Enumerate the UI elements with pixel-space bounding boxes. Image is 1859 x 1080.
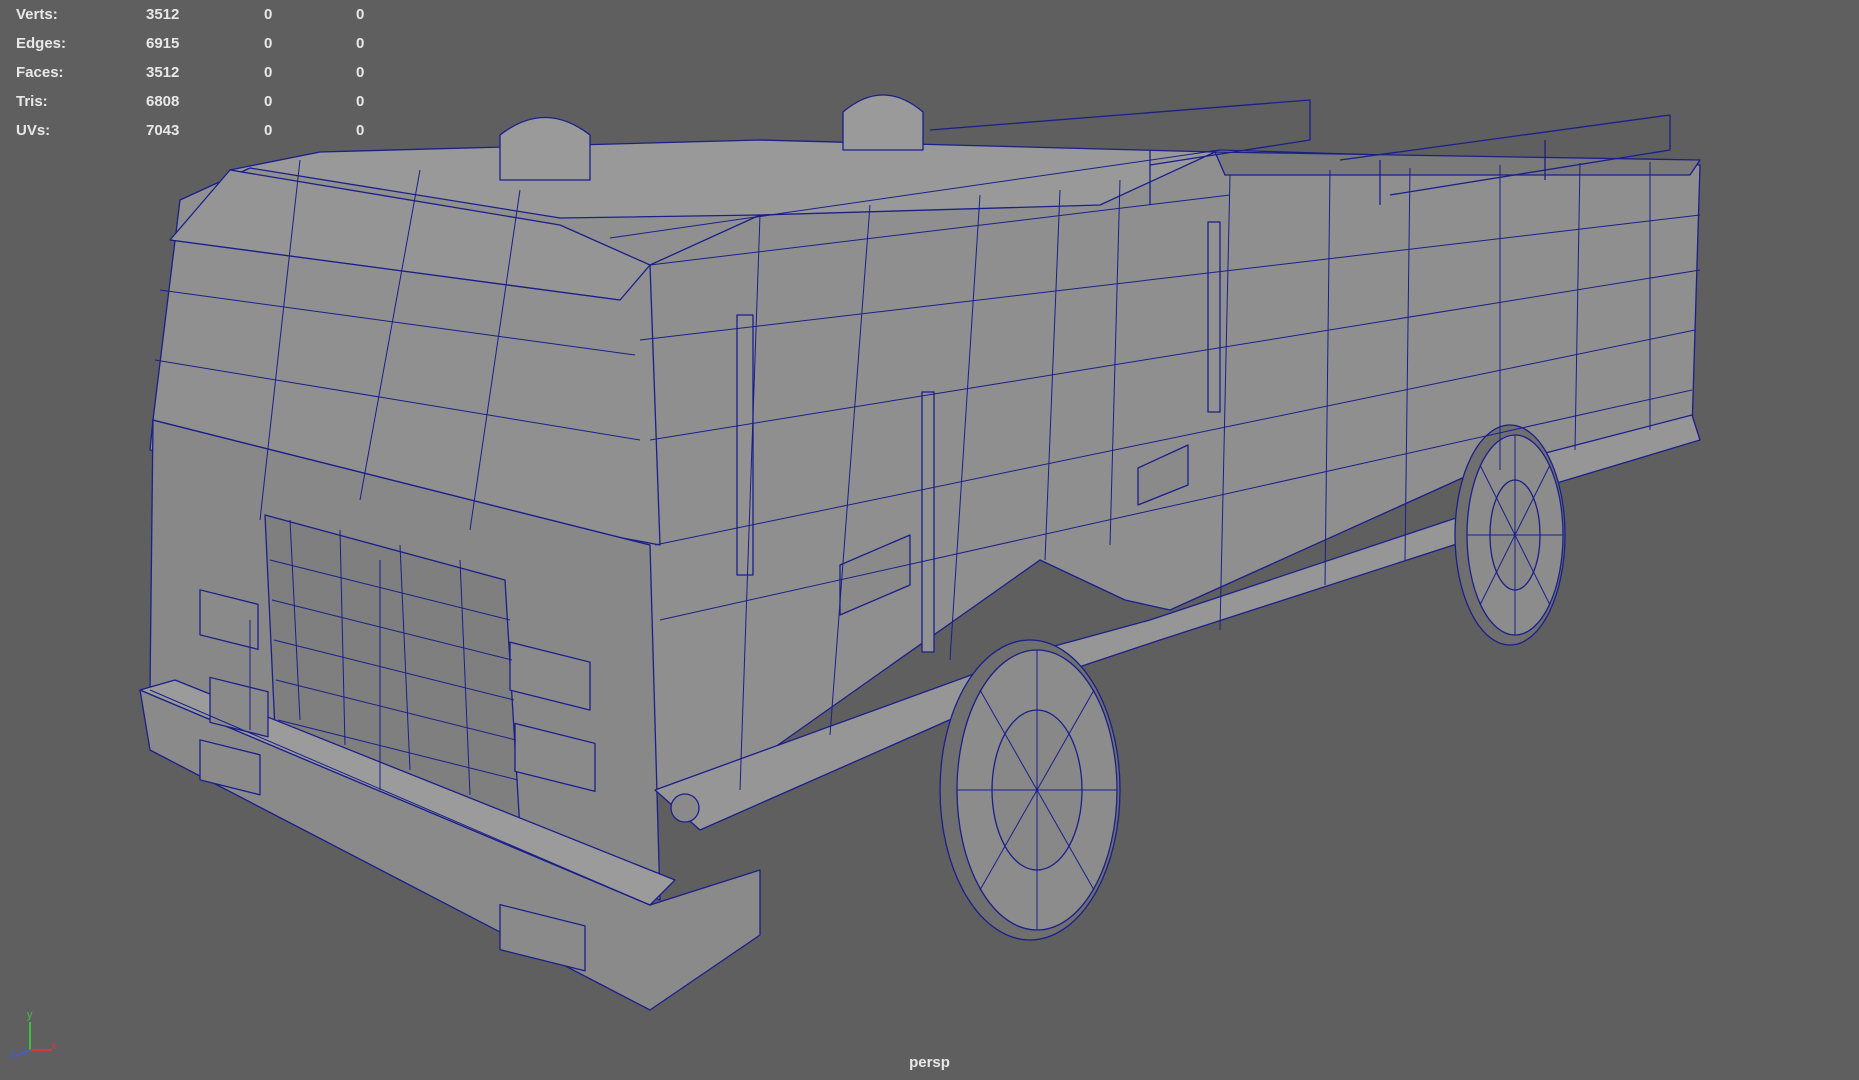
- rear-box-top: [1214, 151, 1701, 176]
- 3d-viewport[interactable]: Verts: 3512 0 0 Edges: 6915 0 0 Faces: 3…: [0, 0, 1859, 1080]
- fire-truck-mesh[interactable]: [0, 0, 1859, 1080]
- axis-gizmo: y x z: [10, 1009, 57, 1058]
- side-mirror: [1207, 221, 1221, 413]
- x-axis-label: x: [51, 1040, 57, 1052]
- side-mirror: [921, 391, 935, 653]
- roof-light: [499, 116, 591, 181]
- y-axis-label: y: [27, 1009, 33, 1021]
- marker-light: [670, 793, 700, 823]
- side-mirror: [736, 314, 754, 576]
- roof-light: [842, 94, 924, 151]
- camera-name-label: persp: [909, 1054, 950, 1071]
